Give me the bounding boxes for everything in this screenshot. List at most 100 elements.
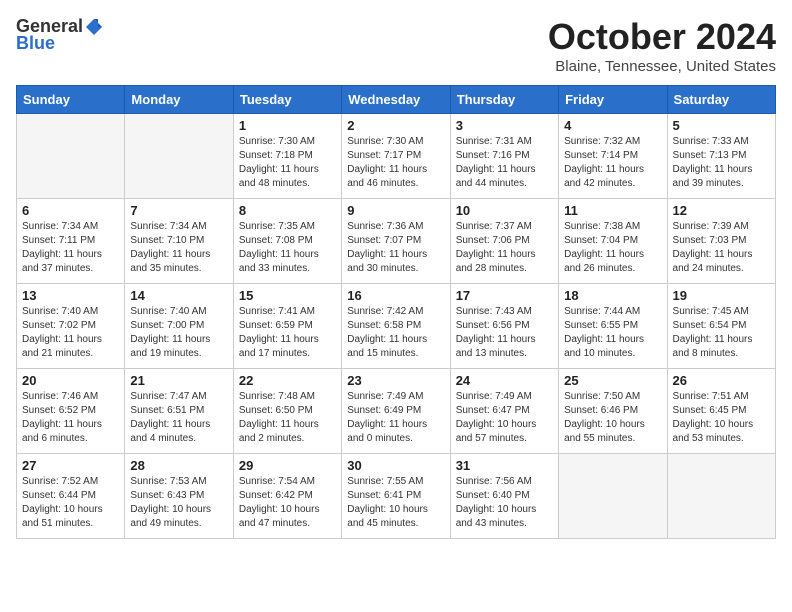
day-number: 20 <box>22 373 119 388</box>
day-cell-2-1: 14 Sunrise: 7:40 AM Sunset: 7:00 PM Dayli… <box>125 284 233 369</box>
day-info: Sunrise: 7:50 AM Sunset: 6:46 PM Dayligh… <box>564 390 661 446</box>
day-info: Sunrise: 7:40 AM Sunset: 7:00 PM Dayligh… <box>130 305 227 361</box>
day-cell-3-4: 24 Sunrise: 7:49 AM Sunset: 6:47 PM Dayli… <box>450 369 558 454</box>
day-cell-0-1 <box>125 114 233 199</box>
col-sunday: Sunday <box>17 86 125 114</box>
day-info: Sunrise: 7:49 AM Sunset: 6:47 PM Dayligh… <box>456 390 553 446</box>
day-number: 24 <box>456 373 553 388</box>
day-info: Sunrise: 7:31 AM Sunset: 7:16 PM Dayligh… <box>456 135 553 191</box>
day-number: 4 <box>564 118 661 133</box>
day-cell-1-4: 10Sunrise: 7:37 AM Sunset: 7:06 PM Dayli… <box>450 199 558 284</box>
day-info: Sunrise: 7:55 AM Sunset: 6:41 PM Dayligh… <box>347 475 444 531</box>
day-info: Sunrise: 7:35 AM Sunset: 7:08 PM Dayligh… <box>239 220 336 276</box>
day-info: Sunrise: 7:56 AM Sunset: 6:40 PM Dayligh… <box>456 475 553 531</box>
day-number: 6 <box>22 203 119 218</box>
day-number: 17 <box>456 288 553 303</box>
day-cell-0-6: 5 Sunrise: 7:33 AM Sunset: 7:13 PM Daylig… <box>667 114 775 199</box>
day-number: 5 <box>673 118 770 133</box>
day-info: Sunrise: 7:36 AM Sunset: 7:07 PM Dayligh… <box>347 220 444 276</box>
day-cell-3-6: 26Sunrise: 7:51 AM Sunset: 6:45 PM Dayli… <box>667 369 775 454</box>
week-row-3: 13 Sunrise: 7:40 AM Sunset: 7:02 PM Dayli… <box>17 284 776 369</box>
week-row-2: 6 Sunrise: 7:34 AM Sunset: 7:11 PM Daylig… <box>17 199 776 284</box>
day-cell-4-1: 28 Sunrise: 7:53 AM Sunset: 6:43 PM Dayli… <box>125 454 233 539</box>
title-block: October 2024 Blaine, Tennessee, United S… <box>548 16 776 75</box>
day-info: Sunrise: 7:51 AM Sunset: 6:45 PM Dayligh… <box>673 390 770 446</box>
day-cell-1-6: 12 Sunrise: 7:39 AM Sunset: 7:03 PM Dayli… <box>667 199 775 284</box>
day-cell-3-3: 23 Sunrise: 7:49 AM Sunset: 6:49 PM Dayli… <box>342 369 450 454</box>
day-cell-1-1: 7 Sunrise: 7:34 AM Sunset: 7:10 PM Daylig… <box>125 199 233 284</box>
col-monday: Monday <box>125 86 233 114</box>
col-thursday: Thursday <box>450 86 558 114</box>
day-cell-1-2: 8Sunrise: 7:35 AM Sunset: 7:08 PM Daylig… <box>233 199 341 284</box>
week-row-4: 20 Sunrise: 7:46 AM Sunset: 6:52 PM Dayli… <box>17 369 776 454</box>
day-info: Sunrise: 7:38 AM Sunset: 7:04 PM Dayligh… <box>564 220 661 276</box>
day-cell-4-6 <box>667 454 775 539</box>
day-info: Sunrise: 7:48 AM Sunset: 6:50 PM Dayligh… <box>239 390 336 446</box>
day-info: Sunrise: 7:44 AM Sunset: 6:55 PM Dayligh… <box>564 305 661 361</box>
day-cell-2-5: 18 Sunrise: 7:44 AM Sunset: 6:55 PM Dayli… <box>559 284 667 369</box>
day-cell-4-3: 30 Sunrise: 7:55 AM Sunset: 6:41 PM Dayli… <box>342 454 450 539</box>
day-info: Sunrise: 7:52 AM Sunset: 6:44 PM Dayligh… <box>22 475 119 531</box>
day-cell-4-2: 29 Sunrise: 7:54 AM Sunset: 6:42 PM Dayli… <box>233 454 341 539</box>
col-tuesday: Tuesday <box>233 86 341 114</box>
day-cell-1-3: 9 Sunrise: 7:36 AM Sunset: 7:07 PM Daylig… <box>342 199 450 284</box>
day-cell-1-5: 11Sunrise: 7:38 AM Sunset: 7:04 PM Dayli… <box>559 199 667 284</box>
day-number: 15 <box>239 288 336 303</box>
day-info: Sunrise: 7:47 AM Sunset: 6:51 PM Dayligh… <box>130 390 227 446</box>
day-info: Sunrise: 7:30 AM Sunset: 7:17 PM Dayligh… <box>347 135 444 191</box>
day-cell-4-0: 27 Sunrise: 7:52 AM Sunset: 6:44 PM Dayli… <box>17 454 125 539</box>
day-cell-3-5: 25 Sunrise: 7:50 AM Sunset: 6:46 PM Dayli… <box>559 369 667 454</box>
page-header: General Blue October 2024 Blaine, Tennes… <box>16 16 776 75</box>
day-info: Sunrise: 7:34 AM Sunset: 7:10 PM Dayligh… <box>130 220 227 276</box>
day-number: 28 <box>130 458 227 473</box>
day-number: 9 <box>347 203 444 218</box>
day-number: 12 <box>673 203 770 218</box>
day-cell-2-6: 19 Sunrise: 7:45 AM Sunset: 6:54 PM Dayli… <box>667 284 775 369</box>
day-info: Sunrise: 7:49 AM Sunset: 6:49 PM Dayligh… <box>347 390 444 446</box>
day-number: 18 <box>564 288 661 303</box>
day-number: 19 <box>673 288 770 303</box>
day-cell-2-0: 13 Sunrise: 7:40 AM Sunset: 7:02 PM Dayli… <box>17 284 125 369</box>
day-info: Sunrise: 7:41 AM Sunset: 6:59 PM Dayligh… <box>239 305 336 361</box>
page-title: October 2024 <box>548 16 776 58</box>
day-info: Sunrise: 7:54 AM Sunset: 6:42 PM Dayligh… <box>239 475 336 531</box>
day-number: 30 <box>347 458 444 473</box>
day-number: 21 <box>130 373 227 388</box>
day-info: Sunrise: 7:39 AM Sunset: 7:03 PM Dayligh… <box>673 220 770 276</box>
day-cell-3-1: 21 Sunrise: 7:47 AM Sunset: 6:51 PM Dayli… <box>125 369 233 454</box>
day-cell-0-5: 4 Sunrise: 7:32 AM Sunset: 7:14 PM Daylig… <box>559 114 667 199</box>
day-number: 27 <box>22 458 119 473</box>
day-info: Sunrise: 7:53 AM Sunset: 6:43 PM Dayligh… <box>130 475 227 531</box>
day-number: 31 <box>456 458 553 473</box>
day-number: 1 <box>239 118 336 133</box>
day-number: 25 <box>564 373 661 388</box>
day-number: 29 <box>239 458 336 473</box>
week-row-5: 27 Sunrise: 7:52 AM Sunset: 6:44 PM Dayli… <box>17 454 776 539</box>
day-cell-3-2: 22Sunrise: 7:48 AM Sunset: 6:50 PM Dayli… <box>233 369 341 454</box>
day-info: Sunrise: 7:32 AM Sunset: 7:14 PM Dayligh… <box>564 135 661 191</box>
day-info: Sunrise: 7:46 AM Sunset: 6:52 PM Dayligh… <box>22 390 119 446</box>
day-info: Sunrise: 7:34 AM Sunset: 7:11 PM Dayligh… <box>22 220 119 276</box>
day-cell-2-4: 17Sunrise: 7:43 AM Sunset: 6:56 PM Dayli… <box>450 284 558 369</box>
day-info: Sunrise: 7:45 AM Sunset: 6:54 PM Dayligh… <box>673 305 770 361</box>
day-cell-4-5 <box>559 454 667 539</box>
day-cell-3-0: 20 Sunrise: 7:46 AM Sunset: 6:52 PM Dayli… <box>17 369 125 454</box>
day-number: 23 <box>347 373 444 388</box>
day-number: 7 <box>130 203 227 218</box>
day-info: Sunrise: 7:30 AM Sunset: 7:18 PM Dayligh… <box>239 135 336 191</box>
day-cell-0-0 <box>17 114 125 199</box>
logo-blue-text: Blue <box>16 33 55 54</box>
day-number: 13 <box>22 288 119 303</box>
calendar-table: Sunday Monday Tuesday Wednesday Thursday… <box>16 85 776 539</box>
day-cell-0-2: 1 Sunrise: 7:30 AM Sunset: 7:18 PM Daylig… <box>233 114 341 199</box>
col-wednesday: Wednesday <box>342 86 450 114</box>
day-number: 3 <box>456 118 553 133</box>
day-number: 14 <box>130 288 227 303</box>
day-info: Sunrise: 7:40 AM Sunset: 7:02 PM Dayligh… <box>22 305 119 361</box>
day-cell-4-4: 31 Sunrise: 7:56 AM Sunset: 6:40 PM Dayli… <box>450 454 558 539</box>
logo-icon <box>84 17 104 37</box>
day-info: Sunrise: 7:33 AM Sunset: 7:13 PM Dayligh… <box>673 135 770 191</box>
day-info: Sunrise: 7:42 AM Sunset: 6:58 PM Dayligh… <box>347 305 444 361</box>
day-cell-0-4: 3 Sunrise: 7:31 AM Sunset: 7:16 PM Daylig… <box>450 114 558 199</box>
day-number: 2 <box>347 118 444 133</box>
